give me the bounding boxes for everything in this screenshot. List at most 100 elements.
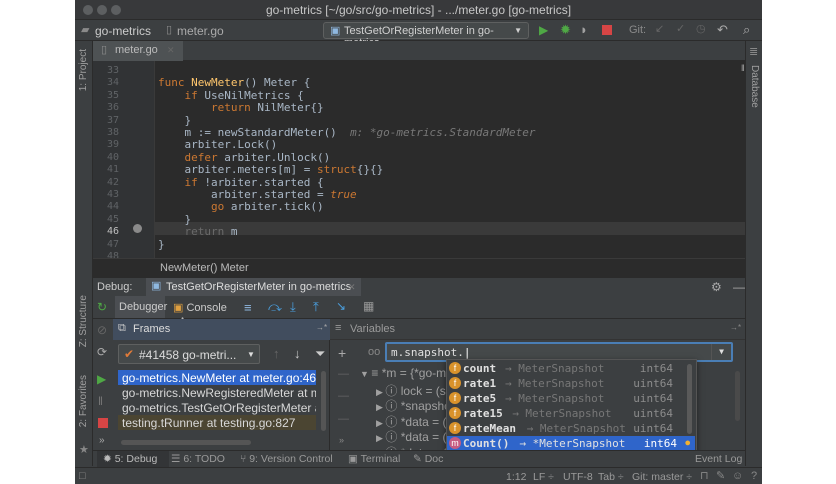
resume-icon[interactable]: ▶ xyxy=(97,373,106,385)
tool-event-log[interactable]: Event Log xyxy=(695,453,742,465)
completion-item[interactable]: f count → MeterSnapshot int64 xyxy=(447,361,683,376)
tool-window-bar: ✹ 5: Debug ☰ 6: TODO ⑂ 9: Version Contro… xyxy=(93,450,745,467)
step-over-icon[interactable]: ⤼ xyxy=(268,300,282,313)
tool-todo[interactable]: ☰ 6: TODO xyxy=(171,453,225,465)
gear-icon[interactable]: ⚙ xyxy=(711,281,722,293)
git-commit-icon[interactable]: ✓ xyxy=(676,24,685,35)
variable-row[interactable]: ▶ ⓘ lock = (s xyxy=(376,382,446,398)
expand-arrow-icon[interactable]: ▼ xyxy=(360,369,371,379)
code-token: arbiter.started = xyxy=(158,188,331,201)
lightbulb-icon[interactable]: ● xyxy=(684,437,691,449)
tab-meter-go[interactable]: ▯ meter.go ✕ xyxy=(93,41,183,61)
tool-windows-toggle-icon[interactable]: □ xyxy=(79,471,86,482)
completion-item[interactable]: f rate5 → MeterSnapshot uint64 xyxy=(447,391,683,406)
code-line: return m xyxy=(158,225,237,238)
database-tool-button[interactable]: Database xyxy=(749,65,760,108)
next-frame-icon[interactable]: ↓ xyxy=(294,347,301,360)
search-icon[interactable]: ⌕ xyxy=(743,23,750,36)
completion-item[interactable]: m Count() → *MeterSnapshot int64 ● xyxy=(447,436,695,451)
minimize-icon[interactable]: — xyxy=(733,281,745,293)
stop-icon[interactable] xyxy=(602,25,612,35)
expand-arrow-icon[interactable]: ▶ xyxy=(376,402,385,412)
history-dropdown-icon[interactable]: ▼ xyxy=(711,344,731,360)
structure-tool-button[interactable]: Z: Structure xyxy=(78,295,89,347)
run-to-cursor-icon[interactable]: ↘ xyxy=(336,300,346,312)
restore-layout-icon[interactable]: ⟳ xyxy=(97,346,107,358)
right-tool-stripe: ≣ Database xyxy=(745,41,762,466)
variables-scrollbar[interactable] xyxy=(735,371,740,421)
filter-icon[interactable]: ⏷ xyxy=(315,347,325,360)
variable-row[interactable]: ▶ ⓘ *data = ( xyxy=(376,428,446,444)
previous-frame-icon[interactable]: ↑ xyxy=(273,347,280,360)
frames-vertical-scrollbar[interactable] xyxy=(321,371,326,431)
stop-debug-icon[interactable] xyxy=(98,418,108,428)
coverage-icon[interactable]: ◗ xyxy=(580,23,588,36)
tool-doc[interactable]: ✎ Doc xyxy=(413,453,443,465)
tool-debug[interactable]: ✹ 5: Debug xyxy=(103,453,157,465)
help-icon[interactable]: ? xyxy=(751,471,757,482)
step-out-icon[interactable]: ⤒ xyxy=(313,300,319,313)
pause-icon[interactable]: ‖ xyxy=(98,395,103,407)
nav-file[interactable]: meter.go xyxy=(177,24,224,38)
completion-item[interactable]: f rate15 → MeterSnapshot uint64 xyxy=(447,406,683,421)
move-down-icon[interactable]: — xyxy=(338,414,349,425)
status-position[interactable]: 1:12 xyxy=(506,471,526,483)
pin-icon[interactable]: →* xyxy=(316,324,327,332)
wrench-icon[interactable]: ✎ xyxy=(716,471,725,482)
more-icon[interactable]: » xyxy=(339,436,344,445)
tab-console[interactable]: ▣ Console →* xyxy=(169,296,241,325)
frame-item[interactable]: go-metrics.TestGetOrRegisterMeter at xyxy=(118,400,316,415)
show-execution-point-icon[interactable]: ≡ xyxy=(244,301,252,314)
frames-header: ⧉ Frames →* xyxy=(113,319,330,340)
move-up-icon[interactable]: — xyxy=(338,391,349,402)
variable-row[interactable]: ▼ ≡ *m = {*go-m xyxy=(360,366,446,381)
run-configuration-select[interactable]: ▣ TestGetOrRegisterMeter in go-metrics ▼ xyxy=(323,22,529,49)
rerun-icon[interactable]: ↻ xyxy=(97,301,107,313)
history-icon[interactable]: ◷ xyxy=(696,24,706,35)
expand-arrow-icon[interactable]: ▶ xyxy=(376,433,385,443)
run-icon[interactable]: ▶ xyxy=(539,24,548,36)
line-number: 37 xyxy=(106,114,119,126)
pin-icon[interactable]: →* xyxy=(730,324,741,332)
close-icon[interactable]: ✕ xyxy=(167,46,175,55)
frame-item[interactable]: go-metrics.NewMeter at meter.go:46 xyxy=(118,370,316,385)
favorites-tool-button[interactable]: 2: Favorites xyxy=(78,375,89,427)
expand-arrow-icon[interactable]: ▶ xyxy=(376,418,385,428)
breakpoint-icon[interactable] xyxy=(133,224,142,233)
status-encoding[interactable]: UTF-8 xyxy=(563,471,593,483)
completion-scrollbar[interactable] xyxy=(687,364,692,434)
more-actions-icon[interactable]: » xyxy=(99,436,105,446)
status-indent[interactable]: Tab ÷ xyxy=(598,471,624,483)
nav-project[interactable]: go-metrics xyxy=(95,24,151,38)
status-git-branch[interactable]: Git: master ÷ xyxy=(632,471,692,483)
add-watch-icon[interactable]: + xyxy=(338,346,346,360)
frame-item[interactable]: go-metrics.NewRegisteredMeter at met xyxy=(118,385,316,400)
thread-select[interactable]: ✔ #41458 go-metri... ▼ xyxy=(118,344,260,364)
remove-watch-icon[interactable]: — xyxy=(338,369,349,380)
completion-item[interactable]: f rateMean → MeterSnapshot uint64 xyxy=(447,421,683,436)
inspector-icon[interactable]: ☺ xyxy=(732,471,743,482)
tab-debugger[interactable]: Debugger xyxy=(115,296,167,318)
breadcrumb[interactable]: NewMeter() Meter xyxy=(93,258,745,277)
frame-item[interactable]: testing.tRunner at testing.go:827 xyxy=(118,415,316,430)
close-icon[interactable]: ✕ xyxy=(348,283,356,292)
expand-arrow-icon[interactable]: ▶ xyxy=(376,387,385,397)
variable-row[interactable]: ▶ ⓘ *snapshc xyxy=(376,397,450,413)
git-update-icon[interactable]: ↙ xyxy=(655,24,664,35)
code-token: } xyxy=(158,212,192,226)
tool-version-control[interactable]: ⑂ 9: Version Control xyxy=(240,453,333,465)
mute-breakpoints-icon[interactable]: ⊘ xyxy=(97,324,107,336)
project-tool-button[interactable]: 1: Project xyxy=(78,49,89,91)
completion-item[interactable]: f rate1 → MeterSnapshot uint64 xyxy=(447,376,683,391)
lock-icon[interactable]: ⊓ xyxy=(700,471,709,482)
variable-row[interactable]: ▶ ⓘ *data = ( xyxy=(376,413,446,429)
debug-bug-icon[interactable]: ✹ xyxy=(560,23,571,36)
revert-icon[interactable]: ↶ xyxy=(717,23,728,36)
code-editor[interactable]: ‖ func NewMeter() Meter { if UseNilMetri… xyxy=(93,61,745,262)
debug-session-tab[interactable]: ▣ TestGetOrRegisterMeter in go-metrics ✕ xyxy=(146,278,361,297)
tool-terminal[interactable]: ▣ Terminal xyxy=(348,453,400,465)
status-line-separator[interactable]: LF ÷ xyxy=(533,471,554,483)
evaluate-table-icon[interactable]: ▦ xyxy=(363,300,374,312)
frames-horizontal-scrollbar[interactable] xyxy=(121,440,251,445)
step-into-icon[interactable]: ⤓ xyxy=(290,300,296,313)
